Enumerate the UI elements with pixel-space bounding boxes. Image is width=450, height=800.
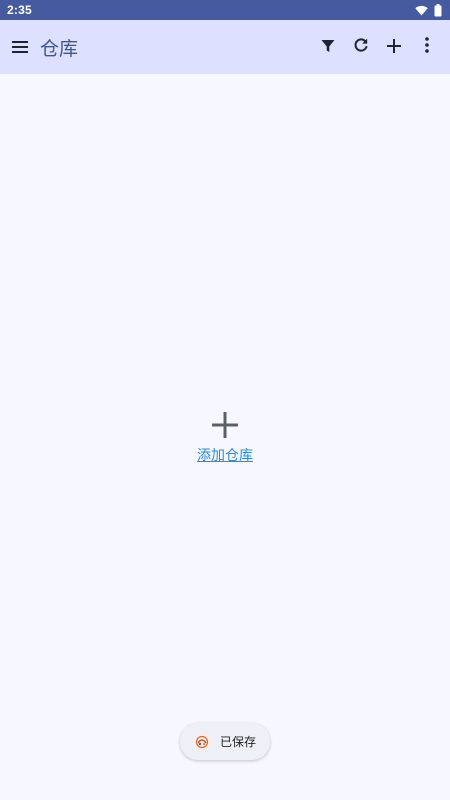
app-bar: 仓库 xyxy=(0,20,450,74)
app-logo-icon xyxy=(193,732,211,751)
toast-message: 已保存 xyxy=(220,735,257,749)
add-icon xyxy=(212,412,238,442)
menu-icon xyxy=(12,38,28,57)
empty-state: 添加仓库 xyxy=(0,412,450,465)
add-button[interactable] xyxy=(377,20,410,74)
refresh-icon xyxy=(353,37,369,57)
refresh-button[interactable] xyxy=(344,20,377,74)
add-icon xyxy=(386,38,401,57)
add-repository-link[interactable]: 添加仓库 xyxy=(197,445,253,465)
filter-icon xyxy=(321,38,335,57)
more-options-button[interactable] xyxy=(410,20,443,74)
more-vert-icon xyxy=(424,37,429,57)
menu-button[interactable] xyxy=(0,20,40,74)
status-time: 2:35 xyxy=(7,3,32,17)
status-icons xyxy=(415,3,444,17)
status-bar: 2:35 xyxy=(0,0,450,20)
toolbar-actions xyxy=(311,20,443,74)
wifi-icon xyxy=(415,5,428,16)
filter-button[interactable] xyxy=(311,20,344,74)
battery-icon xyxy=(434,3,442,17)
toast: 已保存 xyxy=(180,723,270,760)
page-title: 仓库 xyxy=(40,37,79,60)
add-repository-button[interactable] xyxy=(210,412,240,442)
